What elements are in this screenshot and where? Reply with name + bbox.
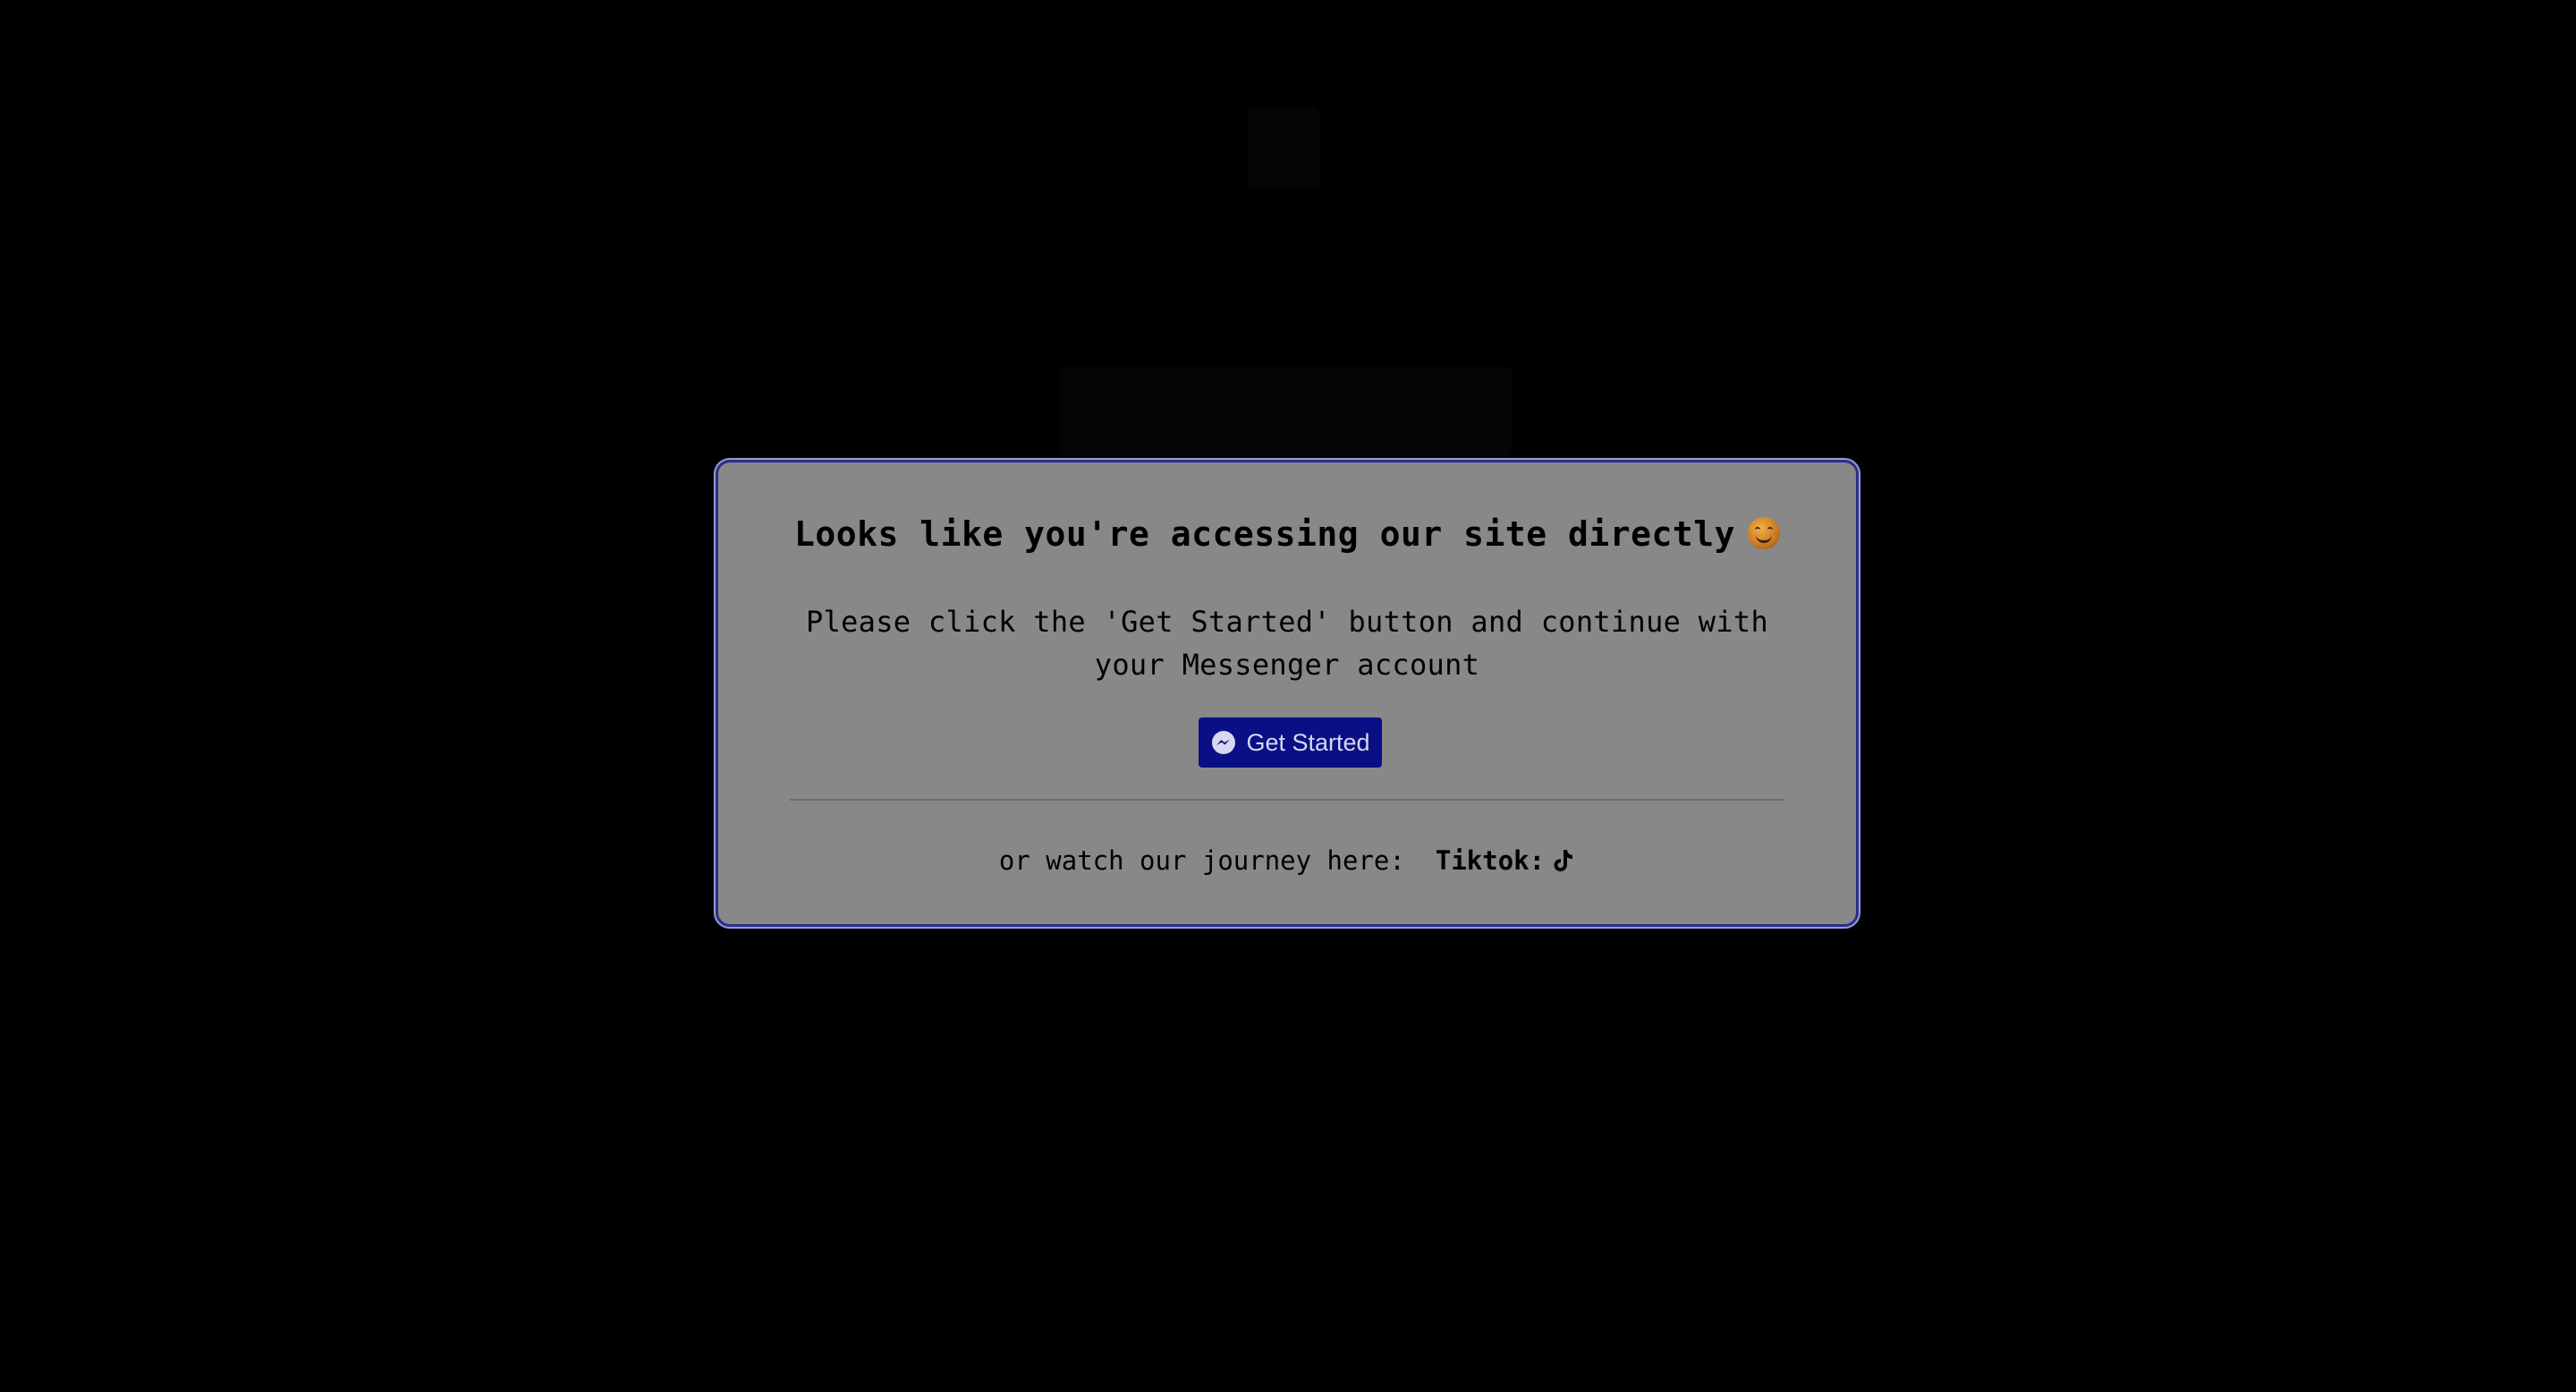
tiktok-link[interactable]: Tiktok: bbox=[1436, 843, 1575, 878]
tiktok-label: Tiktok: bbox=[1435, 845, 1546, 876]
modal-title: Looks like you're accessing our site dir… bbox=[718, 502, 1856, 566]
get-started-label: Get Started bbox=[1246, 728, 1370, 756]
modal-title-text: Looks like you're accessing our site dir… bbox=[793, 514, 1735, 554]
messenger-icon bbox=[1212, 731, 1236, 754]
footer-text: or watch our journey here: bbox=[998, 845, 1405, 876]
footer-line: or watch our journey here: Tiktok: bbox=[718, 843, 1856, 878]
smiling-face-emoji-icon bbox=[1748, 517, 1780, 549]
divider bbox=[790, 799, 1784, 801]
tiktok-icon bbox=[1554, 850, 1573, 871]
direct-access-modal: Looks like you're accessing our site dir… bbox=[714, 458, 1860, 929]
modal-message: Please click the 'Get Started' button an… bbox=[805, 605, 1769, 682]
get-started-button[interactable]: Get Started bbox=[1199, 717, 1382, 768]
